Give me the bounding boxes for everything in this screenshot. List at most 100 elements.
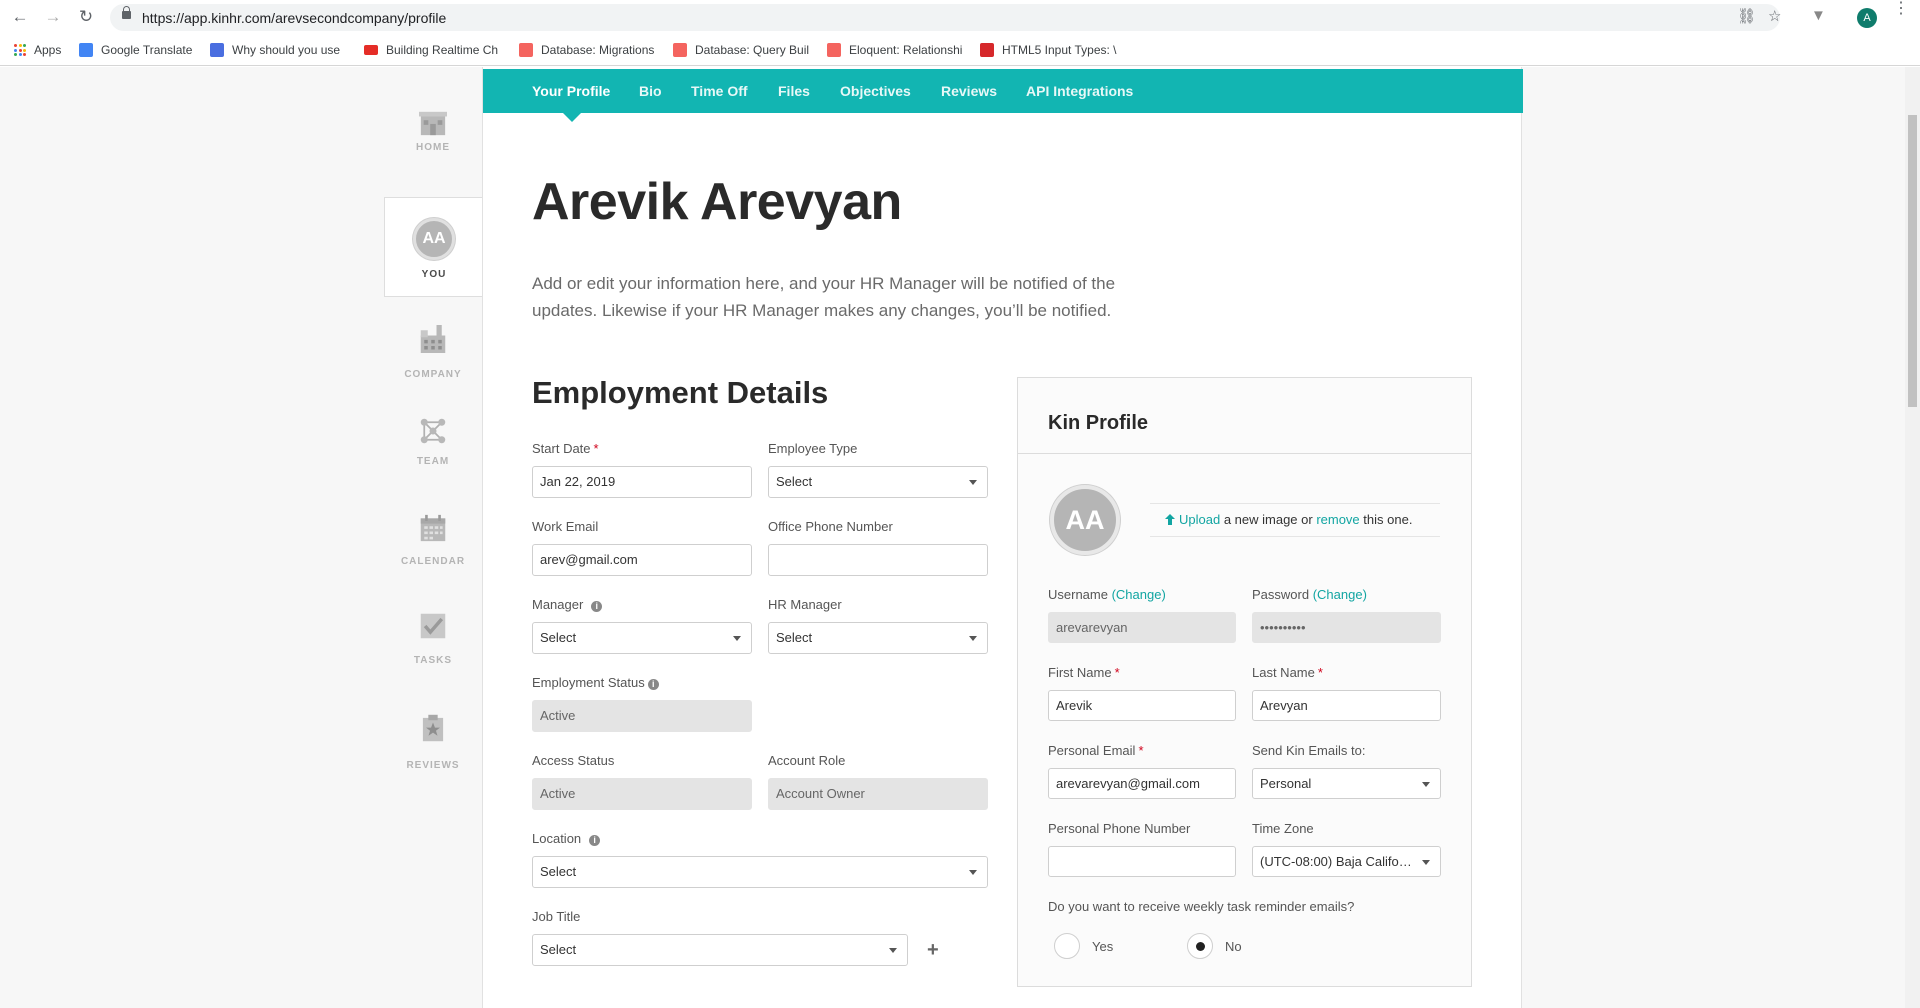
bookmark-html5-input-types[interactable]: HTML5 Input Types: \ bbox=[980, 43, 1117, 57]
manager-select[interactable]: Select bbox=[532, 622, 752, 654]
calendar-icon bbox=[420, 514, 446, 542]
kin-profile-header: Kin Profile bbox=[1018, 378, 1471, 454]
work-email-label: Work Email bbox=[532, 519, 599, 534]
bookmark-database-query-builder[interactable]: Database: Query Buil bbox=[673, 43, 809, 57]
bookmark-apps[interactable]: Apps bbox=[14, 43, 61, 57]
add-job-title-icon[interactable]: + bbox=[927, 940, 939, 960]
tab-bio[interactable]: Bio bbox=[639, 83, 662, 99]
star-icon[interactable]: ☆ bbox=[1768, 7, 1781, 25]
bookmark-label: Google Translate bbox=[101, 43, 193, 57]
password-field: •••••••••• bbox=[1252, 612, 1441, 643]
active-tab-pointer bbox=[563, 113, 581, 122]
tab-objectives[interactable]: Objectives bbox=[840, 83, 911, 99]
reload-icon[interactable]: ↻ bbox=[76, 7, 96, 27]
sidebar-item-calendar[interactable]: CALENDAR bbox=[384, 512, 482, 602]
tab-time-off[interactable]: Time Off bbox=[691, 83, 748, 99]
profile-tabs: Your Profile Bio Time Off Files Objectiv… bbox=[483, 69, 1523, 122]
bookmark-eloquent-relationships[interactable]: Eloquent: Relationshi bbox=[827, 43, 962, 57]
bookmark-label: Why should you use bbox=[232, 43, 341, 57]
reminder-yes-label[interactable]: Yes bbox=[1092, 939, 1113, 954]
upload-text-end: this one. bbox=[1359, 512, 1413, 527]
sidebar-item-company[interactable]: COMPANY bbox=[384, 317, 482, 407]
bookmark-google-translate[interactable]: Google Translate bbox=[79, 43, 192, 57]
tab-your-profile[interactable]: Your Profile bbox=[532, 83, 610, 99]
account-role-label: Account Role bbox=[768, 753, 846, 768]
required-marker: * bbox=[1138, 743, 1144, 758]
bookmark-database-migrations[interactable]: Database: Migrations bbox=[519, 43, 654, 57]
bookmark-label: Database: Query Buil bbox=[695, 43, 810, 57]
remove-link[interactable]: remove bbox=[1316, 512, 1359, 527]
reminder-yes-radio[interactable] bbox=[1054, 933, 1080, 959]
page-scrollbar[interactable] bbox=[1905, 67, 1920, 1008]
url-text: https://app.kinhr.com/arevsecondcompany/… bbox=[142, 10, 447, 26]
hr-manager-select[interactable]: Select bbox=[768, 622, 988, 654]
sidebar-item-home[interactable]: HOME bbox=[384, 97, 482, 187]
last-name-label: Last Name * bbox=[1252, 665, 1323, 680]
last-name-field[interactable]: Arevyan bbox=[1252, 690, 1441, 721]
timezone-select[interactable]: (UTC-08:00) Baja California bbox=[1252, 846, 1441, 877]
sidebar-item-reviews[interactable]: REVIEWS bbox=[384, 712, 482, 812]
send-emails-select[interactable]: Personal bbox=[1252, 768, 1441, 799]
info-icon[interactable]: i bbox=[589, 835, 601, 846]
personal-phone-label: Personal Phone Number bbox=[1048, 821, 1191, 836]
personal-email-label: Personal Email * bbox=[1048, 743, 1144, 758]
required-marker: * bbox=[593, 441, 599, 456]
bookmark-label: Database: Migrations bbox=[541, 43, 655, 57]
sidebar-item-tasks[interactable]: TASKS bbox=[384, 612, 482, 702]
reminder-no-label[interactable]: No bbox=[1225, 939, 1242, 954]
tab-api-integrations[interactable]: API Integrations bbox=[1026, 83, 1133, 99]
back-arrow-icon[interactable]: ← bbox=[10, 7, 30, 27]
laravel-icon bbox=[519, 43, 533, 57]
info-icon[interactable]: i bbox=[647, 679, 659, 690]
sidebar-item-team[interactable]: TEAM bbox=[384, 417, 482, 497]
menu-dots-icon[interactable]: ⋮ bbox=[1893, 1, 1909, 17]
app-page: HOME AA YOU COMPANY TEAM CALENDAR TASKS … bbox=[0, 67, 1920, 1008]
personal-email-field[interactable]: arevarevyan@gmail.com bbox=[1048, 768, 1236, 799]
job-title-select[interactable]: Select bbox=[532, 934, 908, 966]
start-date-field[interactable]: Jan 22, 2019 bbox=[532, 466, 752, 498]
location-select[interactable]: Select bbox=[532, 856, 988, 888]
timezone-label: Time Zone bbox=[1252, 821, 1314, 836]
bookmark-label: Building Realtime Ch bbox=[386, 43, 499, 57]
personal-phone-field[interactable] bbox=[1048, 846, 1236, 877]
s-favicon-icon bbox=[980, 43, 994, 57]
password-label: Password (Change) bbox=[1252, 587, 1367, 602]
forward-arrow-icon[interactable]: → bbox=[43, 7, 63, 27]
change-password-link[interactable]: (Change) bbox=[1313, 587, 1367, 602]
required-marker: * bbox=[1114, 665, 1120, 680]
sidebar-item-you[interactable]: AA YOU bbox=[384, 197, 482, 297]
change-username-link[interactable]: (Change) bbox=[1112, 587, 1166, 602]
username-label: Username (Change) bbox=[1048, 587, 1166, 602]
p-favicon-icon bbox=[210, 43, 224, 57]
tab-reviews[interactable]: Reviews bbox=[941, 83, 997, 99]
extension-icon[interactable]: ▼ bbox=[1811, 7, 1826, 24]
work-email-field[interactable]: arev@gmail.com bbox=[532, 544, 752, 576]
bookmark-building-realtime[interactable]: Building Realtime Ch bbox=[364, 43, 498, 57]
office-phone-field[interactable] bbox=[768, 544, 988, 576]
employment-status-label: Employment Status i bbox=[532, 675, 659, 690]
laravel-icon bbox=[673, 43, 687, 57]
avatar-upload-row: Upload a new image or remove this one. bbox=[1150, 503, 1440, 537]
bookmark-label: Apps bbox=[34, 43, 62, 57]
employment-status-field: Active bbox=[532, 700, 752, 732]
address-bar[interactable]: https://app.kinhr.com/arevsecondcompany/… bbox=[110, 4, 1780, 31]
sidebar-label: TASKS bbox=[413, 655, 453, 666]
reminder-no-radio[interactable] bbox=[1187, 933, 1213, 959]
main-sidebar: HOME AA YOU COMPANY TEAM CALENDAR TASKS … bbox=[384, 67, 482, 1008]
access-status-label: Access Status bbox=[532, 753, 615, 768]
key-icon[interactable]: ⛓ bbox=[1737, 7, 1756, 25]
employee-type-select[interactable]: Select bbox=[768, 466, 988, 498]
upload-link[interactable]: Upload bbox=[1179, 512, 1220, 527]
bookmark-why-should-you-use[interactable]: Why should you use bbox=[210, 43, 340, 57]
scrollbar-thumb[interactable] bbox=[1908, 115, 1917, 407]
checkmark-icon bbox=[420, 613, 446, 639]
access-status-field: Active bbox=[532, 778, 752, 810]
profile-avatar[interactable]: A bbox=[1857, 8, 1877, 28]
info-icon[interactable]: i bbox=[591, 601, 603, 612]
required-marker: * bbox=[1317, 665, 1323, 680]
hr-manager-label: HR Manager bbox=[768, 597, 842, 612]
tab-files[interactable]: Files bbox=[778, 83, 810, 99]
sidebar-label: YOU bbox=[421, 269, 447, 280]
first-name-field[interactable]: Arevik bbox=[1048, 690, 1236, 721]
network-icon bbox=[420, 418, 446, 444]
